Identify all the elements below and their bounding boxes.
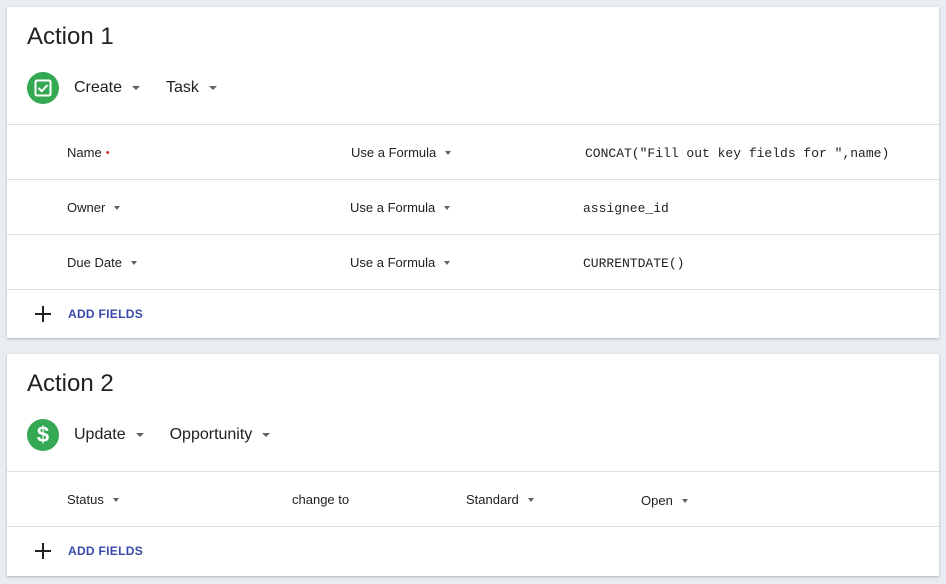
caret-down-icon [130, 260, 137, 265]
value-mode-dropdown[interactable]: Use a Formula [350, 180, 451, 235]
field-row-name: Name • Use a Formula CONCAT("Fill out ke… [7, 125, 939, 180]
value-mode-label: Use a Formula [351, 145, 437, 160]
field-owner-dropdown[interactable]: Owner [67, 180, 121, 235]
formula-input[interactable]: assignee_id [583, 181, 669, 236]
formula-input[interactable]: CURRENTDATE() [583, 236, 684, 291]
action-type-row: $ Update Opportunity [27, 419, 271, 451]
value-mode-dropdown[interactable]: Use a Formula [351, 125, 452, 180]
field-row-status: Status change to Standard Open [7, 472, 939, 527]
caret-down-icon [114, 205, 121, 210]
field-label: Owner [67, 200, 106, 215]
value-mode-label: Standard [466, 492, 519, 507]
add-fields-label: ADD FIELDS [68, 544, 143, 558]
field-label: Due Date [67, 255, 122, 270]
value-mode-dropdown[interactable]: Use a Formula [350, 235, 451, 290]
dollar-icon: $ [27, 419, 59, 451]
action-object-label: Opportunity [169, 426, 253, 443]
value-mode-dropdown[interactable]: Standard [466, 472, 534, 527]
caret-down-icon [681, 498, 688, 503]
formula-input[interactable]: CONCAT("Fill out key fields for ",name) [585, 126, 889, 181]
action-card-1: Action 1 Create Task Name • Use a Formul… [7, 7, 939, 338]
operator-label: change to [292, 492, 350, 507]
caret-down-icon [132, 86, 141, 90]
plus-icon [35, 543, 51, 559]
caret-down-icon [208, 86, 217, 90]
field-status-dropdown[interactable]: Status [67, 472, 119, 527]
action-type-row: Create Task [27, 72, 217, 104]
divider [7, 526, 939, 527]
field-name-label: Name • [67, 125, 110, 180]
action-verb-dropdown[interactable]: Update [74, 426, 144, 444]
caret-down-icon [262, 433, 271, 437]
action-object-dropdown[interactable]: Task [166, 79, 217, 97]
action-verb-label: Create [74, 79, 123, 96]
required-marker: • [105, 146, 110, 159]
caret-down-icon [444, 205, 451, 210]
action-title: Action 1 [27, 23, 114, 50]
checkbox-check-icon [27, 72, 59, 104]
action-verb-label: Update [74, 426, 126, 443]
field-due-date-dropdown[interactable]: Due Date [67, 235, 137, 290]
status-value-label: Open [641, 493, 673, 508]
divider [7, 289, 939, 290]
add-fields-label: ADD FIELDS [68, 307, 143, 321]
action-verb-dropdown[interactable]: Create [74, 79, 141, 97]
value-mode-label: Use a Formula [350, 255, 436, 270]
action-title: Action 2 [27, 370, 114, 397]
caret-down-icon [527, 497, 534, 502]
caret-down-icon [135, 433, 144, 437]
add-fields-button[interactable]: ADD FIELDS [35, 539, 143, 563]
caret-down-icon [445, 150, 452, 155]
action-object-label: Task [166, 79, 199, 96]
field-row-owner: Owner Use a Formula assignee_id [7, 180, 939, 235]
status-value-dropdown[interactable]: Open [641, 473, 688, 528]
add-fields-button[interactable]: ADD FIELDS [35, 302, 143, 326]
caret-down-icon [112, 497, 119, 502]
action-card-2: Action 2 $ Update Opportunity Status cha… [7, 354, 939, 576]
action-object-dropdown[interactable]: Opportunity [170, 426, 271, 444]
field-label: Status [67, 492, 104, 507]
caret-down-icon [444, 260, 451, 265]
plus-icon [35, 306, 51, 322]
field-row-due-date: Due Date Use a Formula CURRENTDATE() [7, 235, 939, 290]
value-mode-label: Use a Formula [350, 200, 436, 215]
field-label: Name [67, 145, 102, 160]
